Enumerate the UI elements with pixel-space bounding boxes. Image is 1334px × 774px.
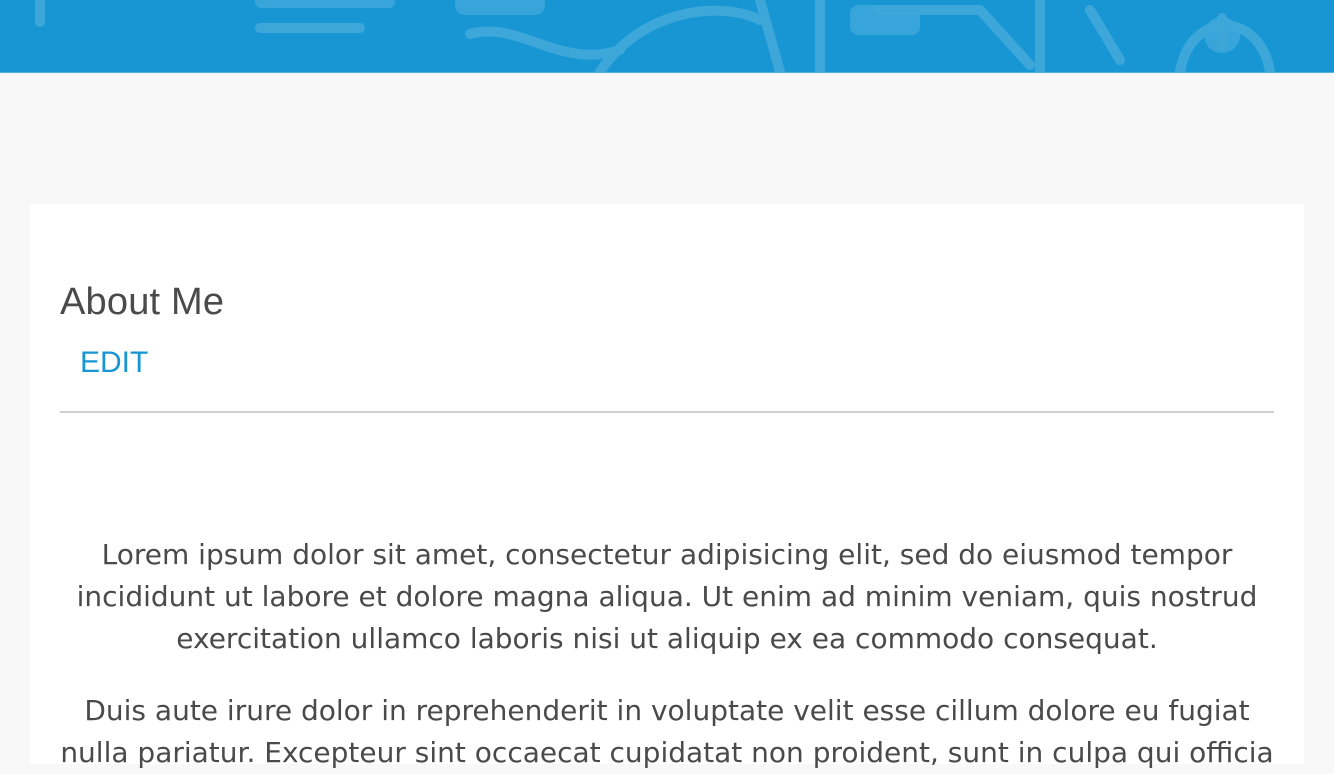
page-title: About Me	[60, 281, 225, 323]
top-app-bar	[0, 0, 1334, 73]
about-me-paragraph: Duis aute irure dolor in reprehenderit i…	[60, 694, 1274, 769]
edit-button[interactable]: EDIT	[80, 345, 148, 381]
section-divider	[60, 411, 1274, 413]
about-me-paragraph: Lorem ipsum dolor sit amet, consectetur …	[76, 538, 1258, 655]
pattern-background-icon	[35, 0, 1275, 72]
about-me-text: Lorem ipsum dolor sit amet, consectetur …	[60, 534, 1274, 774]
about-me-card: About Me EDIT Lorem ipsum dolor sit amet…	[30, 204, 1304, 769]
